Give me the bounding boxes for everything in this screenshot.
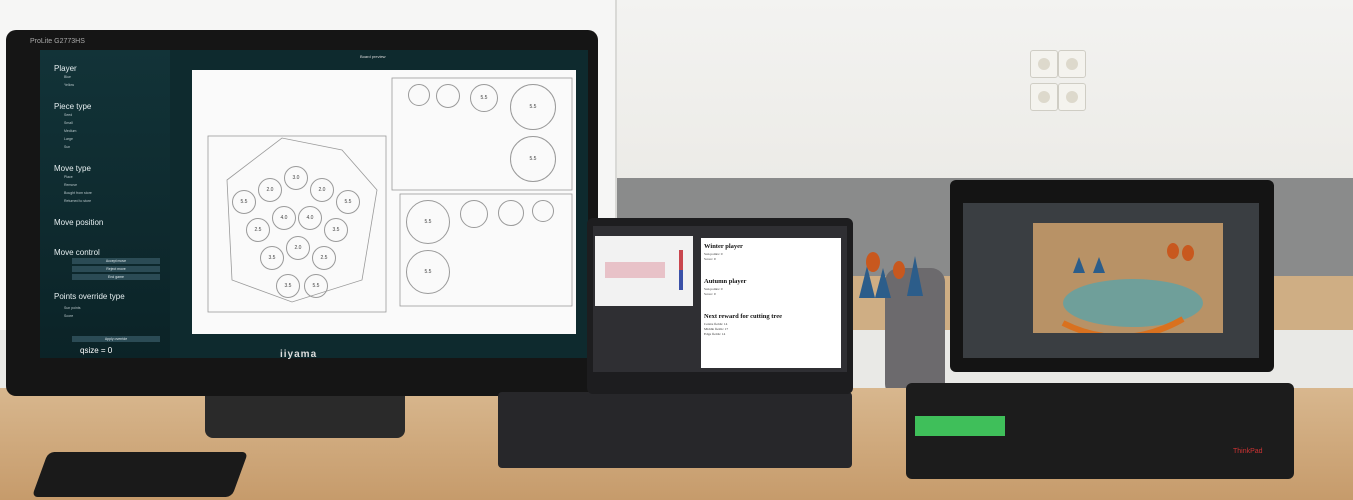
monitor-brand-logo: iiyama <box>280 349 318 360</box>
board-tile: 2.0 <box>258 178 282 202</box>
move-type-remove[interactable]: Remove <box>64 183 77 187</box>
game-pieces <box>855 248 925 300</box>
monitor-model-label: ProLite G2773HS <box>30 38 85 45</box>
move-type-returned[interactable]: Returned to store <box>64 199 91 203</box>
store-tile: 5.5 <box>510 136 556 182</box>
piece-type-sun[interactable]: Sun <box>64 145 70 149</box>
board-preview: 5.5 2.0 3.0 2.0 5.5 2.5 4.0 4.0 3.5 3.5 … <box>192 70 576 334</box>
monitor-screen: Table maintaining app Board preview Play… <box>40 50 588 358</box>
reward-heading: Next reward for cutting tree <box>704 313 782 320</box>
piece-type-medium[interactable]: Medium <box>64 129 76 133</box>
winter-sun-points: Sun points: 0 <box>704 252 723 256</box>
board-tile: 3.0 <box>284 166 308 190</box>
store-tile <box>498 200 524 226</box>
autumn-player-heading: Autumn player <box>704 278 747 285</box>
board-tile: 3.5 <box>260 246 284 270</box>
camera-feed-image <box>1061 243 1203 340</box>
piece-type-large[interactable]: Large <box>64 137 73 141</box>
store-tile: 5.5 <box>406 200 450 244</box>
piece-type-heading: Piece type <box>54 102 92 111</box>
board-tile: 3.5 <box>324 218 348 242</box>
apply-override-button[interactable]: Apply override <box>72 336 160 342</box>
store-tile: 5.5 <box>470 84 498 112</box>
accept-move-button[interactable]: Accept move <box>72 258 160 264</box>
autumn-sun-points: Sun points: 0 <box>704 287 723 291</box>
store-tile: 5.5 <box>510 84 556 130</box>
end-game-button[interactable]: End game <box>72 274 160 280</box>
winter-player-heading: Winter player <box>704 243 743 250</box>
move-control-heading: Move control <box>54 248 100 257</box>
autumn-score: Score: 0 <box>704 292 716 296</box>
move-type-bought[interactable]: Bought from store <box>64 191 92 195</box>
store-tile <box>460 200 488 228</box>
board-tile: 5.5 <box>304 274 328 298</box>
power-outlet <box>1058 50 1086 78</box>
power-outlet <box>1030 50 1058 78</box>
store-tile <box>436 84 460 108</box>
piece-type-seed[interactable]: Seed <box>64 113 72 117</box>
store-tile <box>532 200 554 222</box>
reward-centre-fields: Centre fields: 14 <box>704 322 728 326</box>
override-sun-points[interactable]: Sun points <box>64 306 81 310</box>
laptop-brand-label: ThinkPad <box>1233 448 1263 455</box>
move-position-heading: Move position <box>54 218 104 227</box>
store-tile <box>408 84 430 106</box>
reject-move-button[interactable]: Reject move <box>72 266 160 272</box>
winter-score: Score: 0 <box>704 257 716 261</box>
power-outlet <box>1030 83 1058 111</box>
board-tile: 2.5 <box>246 218 270 242</box>
scoreboard-document: Winter player Sun points: 0 Score: 0 Aut… <box>701 238 841 368</box>
tree-pieces-icon <box>859 252 923 298</box>
store-tile: 5.5 <box>406 250 450 294</box>
board-tile: 3.5 <box>276 274 300 298</box>
tablet <box>31 452 249 497</box>
player-heading: Player <box>54 64 77 73</box>
heatmap-plot-window <box>595 236 693 306</box>
override-score[interactable]: Score <box>64 314 73 318</box>
board-tile: 2.0 <box>286 236 310 260</box>
green-card <box>915 416 1005 436</box>
player-option-blue[interactable]: Blue <box>64 75 71 79</box>
control-sidebar: Player Blue Yellow Piece type Seed Small… <box>40 50 170 358</box>
board-tile: 2.5 <box>312 246 336 270</box>
power-outlet <box>1058 83 1086 111</box>
reward-middle-fields: Middle fields: 17 <box>704 327 729 331</box>
laptop-right-screen <box>963 203 1259 358</box>
reward-edge-fields: Edge fields: 14 <box>704 332 726 336</box>
laptop-left-keyboard <box>498 392 852 468</box>
board-tile: 5.5 <box>232 190 256 214</box>
points-override-heading: Points override type <box>54 292 125 301</box>
camera-feed-table <box>1033 223 1223 340</box>
qsize-readout: qsize = 0 <box>80 346 113 355</box>
move-type-heading: Move type <box>54 164 91 173</box>
board-tile: 2.0 <box>310 178 334 202</box>
board-tile: 5.5 <box>336 190 360 214</box>
piece-type-small[interactable]: Small <box>64 121 73 125</box>
viewer-title: Board preview <box>360 54 386 59</box>
move-type-place[interactable]: Place <box>64 175 73 179</box>
heatmap-image <box>605 250 683 290</box>
laptop-left-screen: Winter player Sun points: 0 Score: 0 Aut… <box>593 226 847 372</box>
board-tile: 4.0 <box>272 206 296 230</box>
board-tile: 4.0 <box>298 206 322 230</box>
player-option-yellow[interactable]: Yellow <box>64 83 74 87</box>
